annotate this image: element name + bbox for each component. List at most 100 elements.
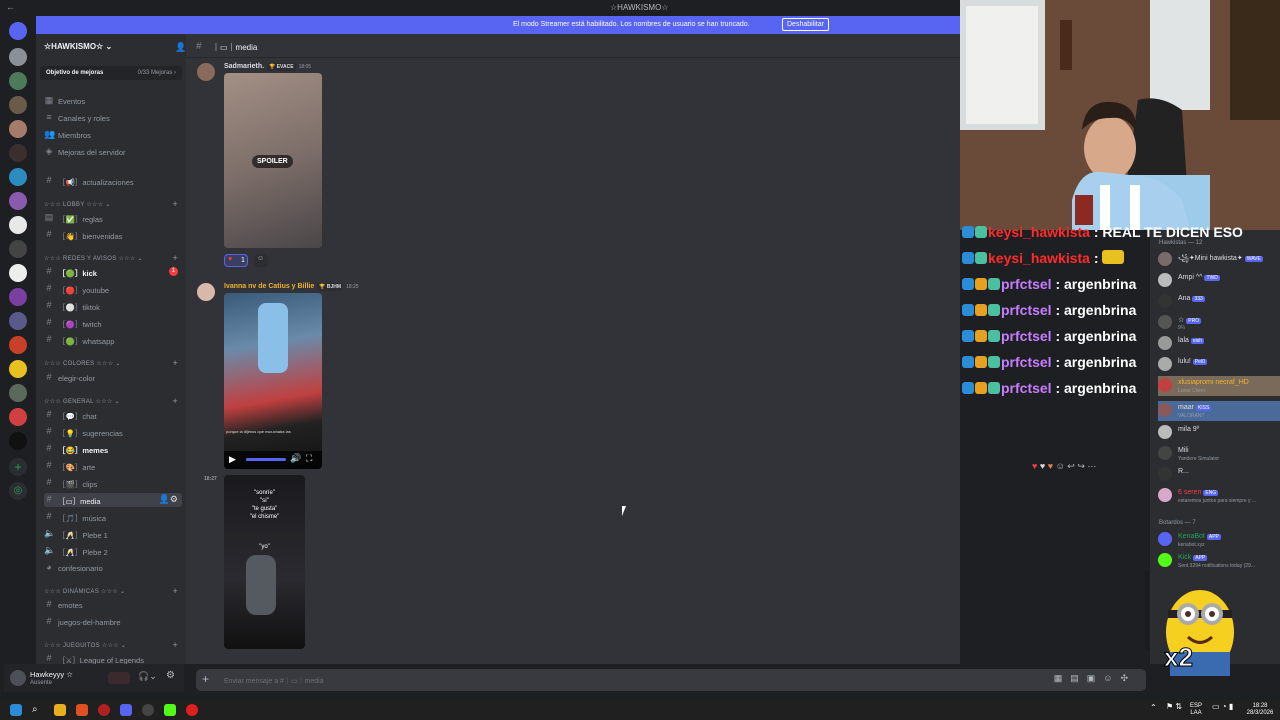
member-item[interactable]: Ampi ^^ TWD bbox=[1158, 271, 1280, 291]
category-dinamicas[interactable]: ☆☆☆ DINÁMICAS ☆☆☆ ⌄ + bbox=[44, 586, 182, 596]
headphones-icon[interactable]: 🎧⌄ bbox=[138, 671, 157, 682]
add-server-icon[interactable]: + bbox=[9, 458, 27, 476]
heart-icon[interactable]: ♥ bbox=[1032, 461, 1037, 471]
member-item[interactable]: lala eish bbox=[1158, 334, 1280, 354]
emoji-icon[interactable]: ☺ bbox=[1103, 673, 1120, 683]
category-colores[interactable]: ☆☆☆ COLORES ☆☆☆ ⌄ + bbox=[44, 358, 182, 368]
server-icon[interactable] bbox=[9, 240, 27, 258]
gear-icon[interactable]: ⚙ bbox=[166, 670, 175, 681]
settings-icon[interactable]: 👤⚙ bbox=[159, 494, 178, 505]
channel-emotes[interactable]: # emotes bbox=[44, 598, 182, 612]
server-icon[interactable] bbox=[9, 144, 27, 162]
back-arrow-icon[interactable]: ← bbox=[6, 2, 15, 12]
server-icon[interactable] bbox=[9, 384, 27, 402]
category-juegos[interactable]: ☆☆☆ JUEGUITOS ☆☆☆ ⌄ + bbox=[44, 640, 182, 650]
volume-icon[interactable]: 🔊 bbox=[290, 453, 301, 464]
add-channel-icon[interactable]: + bbox=[172, 586, 178, 596]
add-channel-icon[interactable]: + bbox=[172, 358, 178, 368]
add-channel-icon[interactable]: + bbox=[172, 640, 178, 650]
forward-icon[interactable]: ↪ bbox=[1077, 461, 1085, 471]
video-player[interactable]: porque la dijimos que escuchaba las ▶ 🔊 … bbox=[224, 293, 322, 469]
member-item[interactable]: 6 seren ENG estaremos juntos para siempre … bbox=[1158, 486, 1280, 506]
server-icon[interactable] bbox=[9, 312, 27, 330]
heart-icon[interactable]: ♥ bbox=[1048, 461, 1053, 471]
member-item[interactable]: lulu! Pel0 bbox=[1158, 355, 1280, 375]
phone-screenshot-image[interactable]: "sonríe" "sí" "te gusta" "el chisme" "yo… bbox=[224, 475, 305, 649]
discord-icon[interactable] bbox=[120, 704, 132, 716]
voice-plebe-2[interactable]: 🔈 ［🥂］Plebe 2 bbox=[44, 544, 182, 558]
add-channel-icon[interactable]: + bbox=[172, 199, 178, 209]
boost-goal[interactable]: Objetivo de mejoras 0/33 Mejoras › bbox=[40, 66, 182, 80]
channel-twitch[interactable]: # ［🟣］twitch bbox=[44, 316, 182, 330]
server-icon[interactable] bbox=[9, 192, 27, 210]
category-lobby[interactable]: ☆☆☆ LOBBY ☆☆☆ ⌄ + bbox=[44, 199, 182, 209]
apps-icon[interactable]: ✣ bbox=[1120, 673, 1136, 683]
server-icon[interactable] bbox=[9, 360, 27, 378]
server-icon[interactable] bbox=[9, 72, 27, 90]
message-input[interactable]: Enviar mensaje a #｜▭｜media bbox=[224, 676, 324, 686]
nav-server-boosts[interactable]: ◈ Mejoras del servidor bbox=[44, 145, 182, 159]
channel-arte[interactable]: # ［🎨］arte bbox=[44, 459, 182, 473]
server-name[interactable]: ☆HAWKISMO☆ ⌄ 👤 bbox=[44, 42, 186, 52]
message-composer[interactable]: + Enviar mensaje a #｜▭｜media ▦▤▣☺✣ bbox=[196, 669, 1146, 691]
explore-icon[interactable]: ◎ bbox=[9, 482, 27, 500]
avatar[interactable] bbox=[197, 283, 215, 301]
reaction-heart[interactable]: ♥ 1 bbox=[224, 254, 248, 267]
add-reaction-icon[interactable]: ☺ bbox=[1056, 461, 1065, 471]
scrollbar[interactable] bbox=[1145, 570, 1149, 650]
server-icon[interactable] bbox=[9, 336, 27, 354]
member-item[interactable]: ☆ PRO 9¼ bbox=[1158, 313, 1280, 333]
server-icon[interactable] bbox=[9, 168, 27, 186]
disable-streamer-button[interactable]: Deshabilitar bbox=[782, 18, 829, 31]
network-volume-battery-icons[interactable]: ▭ ◔ ▮ bbox=[1212, 703, 1233, 711]
member-item[interactable]: R... bbox=[1158, 465, 1280, 485]
attach-icon[interactable]: + bbox=[202, 672, 209, 686]
windows-start-icon[interactable] bbox=[10, 704, 22, 716]
member-item[interactable]: Ana 333 bbox=[1158, 292, 1280, 312]
channel-chat[interactable]: # ［💬］chat bbox=[44, 408, 182, 422]
server-icon[interactable] bbox=[9, 432, 27, 450]
avatar[interactable] bbox=[10, 670, 26, 686]
channel-bienvenidas[interactable]: # ［👋］bienvenidas bbox=[44, 228, 182, 242]
message-author[interactable]: Sadmarieth. 🏆 EVACE 18:05 bbox=[224, 63, 311, 71]
nav-members[interactable]: 👥 Miembros bbox=[44, 128, 182, 142]
brave-icon[interactable] bbox=[76, 704, 88, 716]
kick-icon[interactable] bbox=[164, 704, 176, 716]
server-icon[interactable] bbox=[9, 288, 27, 306]
reply-icon[interactable]: ↩ bbox=[1067, 461, 1075, 471]
channel-reglas[interactable]: ▤ ［✅］reglas bbox=[44, 211, 182, 225]
app-icon[interactable] bbox=[142, 704, 154, 716]
message-author[interactable]: Ivanna nv de Catius y Billie 🏆 BJHM 18:25 bbox=[224, 283, 359, 291]
gif-icon[interactable]: ▤ bbox=[1070, 673, 1087, 683]
channel-tiktok[interactable]: # ［⚪］tiktok bbox=[44, 299, 182, 313]
seek-bar[interactable] bbox=[246, 458, 286, 461]
member-item[interactable]: xlusiapromi necraf_HD Lunar Client bbox=[1158, 376, 1280, 396]
fullscreen-icon[interactable]: ⛶ bbox=[306, 453, 312, 464]
avatar[interactable] bbox=[197, 63, 215, 81]
heart-icon[interactable]: ♥ bbox=[1040, 461, 1045, 471]
nav-channels-roles[interactable]: ≡ Canales y roles bbox=[44, 111, 182, 125]
member-item[interactable]: mila 9º bbox=[1158, 423, 1280, 443]
server-icon[interactable] bbox=[9, 120, 27, 138]
record-icon[interactable] bbox=[186, 704, 198, 716]
clock[interactable]: 18:28 28/3/2026 bbox=[1244, 703, 1276, 717]
channel-musica[interactable]: # ［🎵］música bbox=[44, 510, 182, 524]
member-item[interactable]: maar KISS VALORANT bbox=[1158, 401, 1280, 421]
server-icon[interactable] bbox=[9, 408, 27, 426]
server-icon[interactable] bbox=[9, 264, 27, 282]
category-redes[interactable]: ☆☆☆ REDES Y AVISOS ☆☆☆ ⌄ + bbox=[44, 253, 182, 263]
channel-confesionario[interactable]: ◕ confesionario bbox=[44, 561, 182, 575]
voice-plebe-1[interactable]: 🔈 ［🥂］Plebe 1 bbox=[44, 527, 182, 541]
category-general[interactable]: ☆☆☆ GENERAL ☆☆☆ ⌄ + bbox=[44, 396, 182, 406]
channel-kick[interactable]: # ［🟢］kick 1 bbox=[44, 265, 182, 279]
nav-events[interactable]: ▦ Eventos bbox=[44, 94, 182, 108]
add-reaction-icon[interactable]: ☺ bbox=[254, 254, 268, 267]
gift-icon[interactable]: ▦ bbox=[1054, 673, 1071, 683]
channel-clips[interactable]: # ［🎬］clips bbox=[44, 476, 182, 490]
member-item[interactable]: Mili Yandere Simulator bbox=[1158, 444, 1280, 464]
channel-elegir-color[interactable]: # elegir-color bbox=[44, 371, 182, 385]
tray-chevron-icon[interactable]: ⌃ bbox=[1150, 704, 1157, 712]
sticker-icon[interactable]: ▣ bbox=[1087, 673, 1104, 683]
more-icon[interactable]: ⋯ bbox=[1087, 461, 1096, 471]
channel-actualizaciones[interactable]: # ［📢］actualizaciones bbox=[44, 174, 182, 188]
